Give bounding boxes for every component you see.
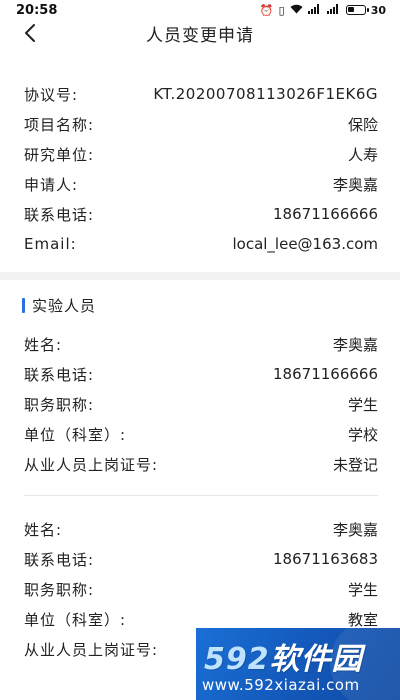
person1-name-row: 姓名: 李奥嘉 — [24, 332, 378, 356]
phone-value: 18671166666 — [273, 205, 378, 223]
person1-phone-value: 18671166666 — [273, 365, 378, 383]
agreement-number-row: 协议号: KT.20200708113026F1EK6G — [24, 82, 378, 106]
research-unit-row: 研究单位: 人寿 — [24, 142, 378, 166]
project-name-row: 项目名称: 保险 — [24, 112, 378, 136]
email-row: Email: local_lee@163.com — [24, 232, 378, 256]
page-title: 人员变更申请 — [146, 25, 254, 46]
battery-level: 30 — [370, 3, 386, 17]
person2-phone-label: 联系电话: — [24, 550, 95, 569]
person2-unit-label: 单位（科室）: — [24, 610, 127, 629]
status-time: 20:58 — [16, 2, 58, 18]
phone-label: 联系电话: — [24, 205, 95, 224]
person1-name-value: 李奥嘉 — [332, 335, 378, 354]
person1-unit-row: 单位（科室）: 学校 — [24, 422, 378, 446]
header: 人员变更申请 — [0, 18, 400, 48]
person1-unit-label: 单位（科室）: — [24, 425, 127, 444]
personnel-section-title: 实验人员 — [22, 294, 96, 316]
section-accent-bar — [22, 297, 25, 313]
person1-license-row: 从业人员上岗证号: 未登记 — [24, 452, 378, 476]
person2-name-row: 姓名: 李奥嘉 — [24, 517, 378, 541]
personnel-title-text: 实验人员 — [32, 296, 97, 315]
research-unit-value: 人寿 — [347, 145, 378, 164]
person1-unit-value: 学校 — [347, 425, 378, 444]
phone-row: 联系电话: 18671166666 — [24, 202, 378, 226]
person1-title-row: 职务职称: 学生 — [24, 392, 378, 416]
agreement-number-value: KT.20200708113026F1EK6G — [153, 85, 378, 103]
project-name-label: 项目名称: — [24, 115, 95, 134]
person2-phone-value: 18671163683 — [273, 550, 378, 568]
signal-icon — [307, 4, 322, 16]
applicant-value: 李奥嘉 — [332, 175, 378, 194]
person2-phone-row: 联系电话: 18671163683 — [24, 547, 378, 571]
email-label: Email: — [24, 235, 77, 253]
person2-name-value: 李奥嘉 — [332, 520, 378, 539]
alarm-icon: ⏰ — [259, 3, 274, 17]
agreement-number-label: 协议号: — [24, 85, 79, 104]
signal-icon-2 — [326, 4, 341, 16]
person2-name-label: 姓名: — [24, 520, 63, 539]
applicant-label: 申请人: — [24, 175, 79, 194]
section-divider — [0, 272, 400, 280]
person2-license-label: 从业人员上岗证号: — [24, 640, 159, 659]
back-button[interactable] — [18, 20, 42, 46]
person1-phone-label: 联系电话: — [24, 365, 95, 384]
person1-title-value: 学生 — [347, 395, 378, 414]
email-value: local_lee@163.com — [232, 235, 378, 253]
person1-title-label: 职务职称: — [24, 395, 95, 414]
status-bar: 20:58 ⏰ ▯ 30 — [0, 0, 400, 20]
status-icons: ⏰ ▯ 30 — [260, 4, 386, 17]
vibrate-icon: ▯ — [278, 3, 285, 17]
watermark-url: www.592xiazai.com — [202, 676, 360, 694]
person1-phone-row: 联系电话: 18671166666 — [24, 362, 378, 386]
watermark-number: 592 — [204, 642, 270, 677]
watermark-text: 软件园 — [269, 642, 363, 677]
watermark-brand: 592软件园 — [204, 634, 363, 678]
wifi-icon — [290, 4, 303, 16]
person1-name-label: 姓名: — [24, 335, 63, 354]
person-divider — [24, 495, 378, 496]
chevron-left-icon — [25, 24, 35, 42]
project-name-value: 保险 — [347, 115, 378, 134]
person2-title-label: 职务职称: — [24, 580, 95, 599]
research-unit-label: 研究单位: — [24, 145, 95, 164]
person2-title-value: 学生 — [347, 580, 378, 599]
person2-unit-value: 教室 — [347, 610, 378, 629]
watermark-logo: 592软件园 www.592xiazai.com — [196, 628, 400, 700]
person1-license-value: 未登记 — [332, 455, 378, 474]
battery-icon — [345, 5, 369, 15]
applicant-row: 申请人: 李奥嘉 — [24, 172, 378, 196]
person2-title-row: 职务职称: 学生 — [24, 577, 378, 601]
person1-license-label: 从业人员上岗证号: — [24, 455, 159, 474]
